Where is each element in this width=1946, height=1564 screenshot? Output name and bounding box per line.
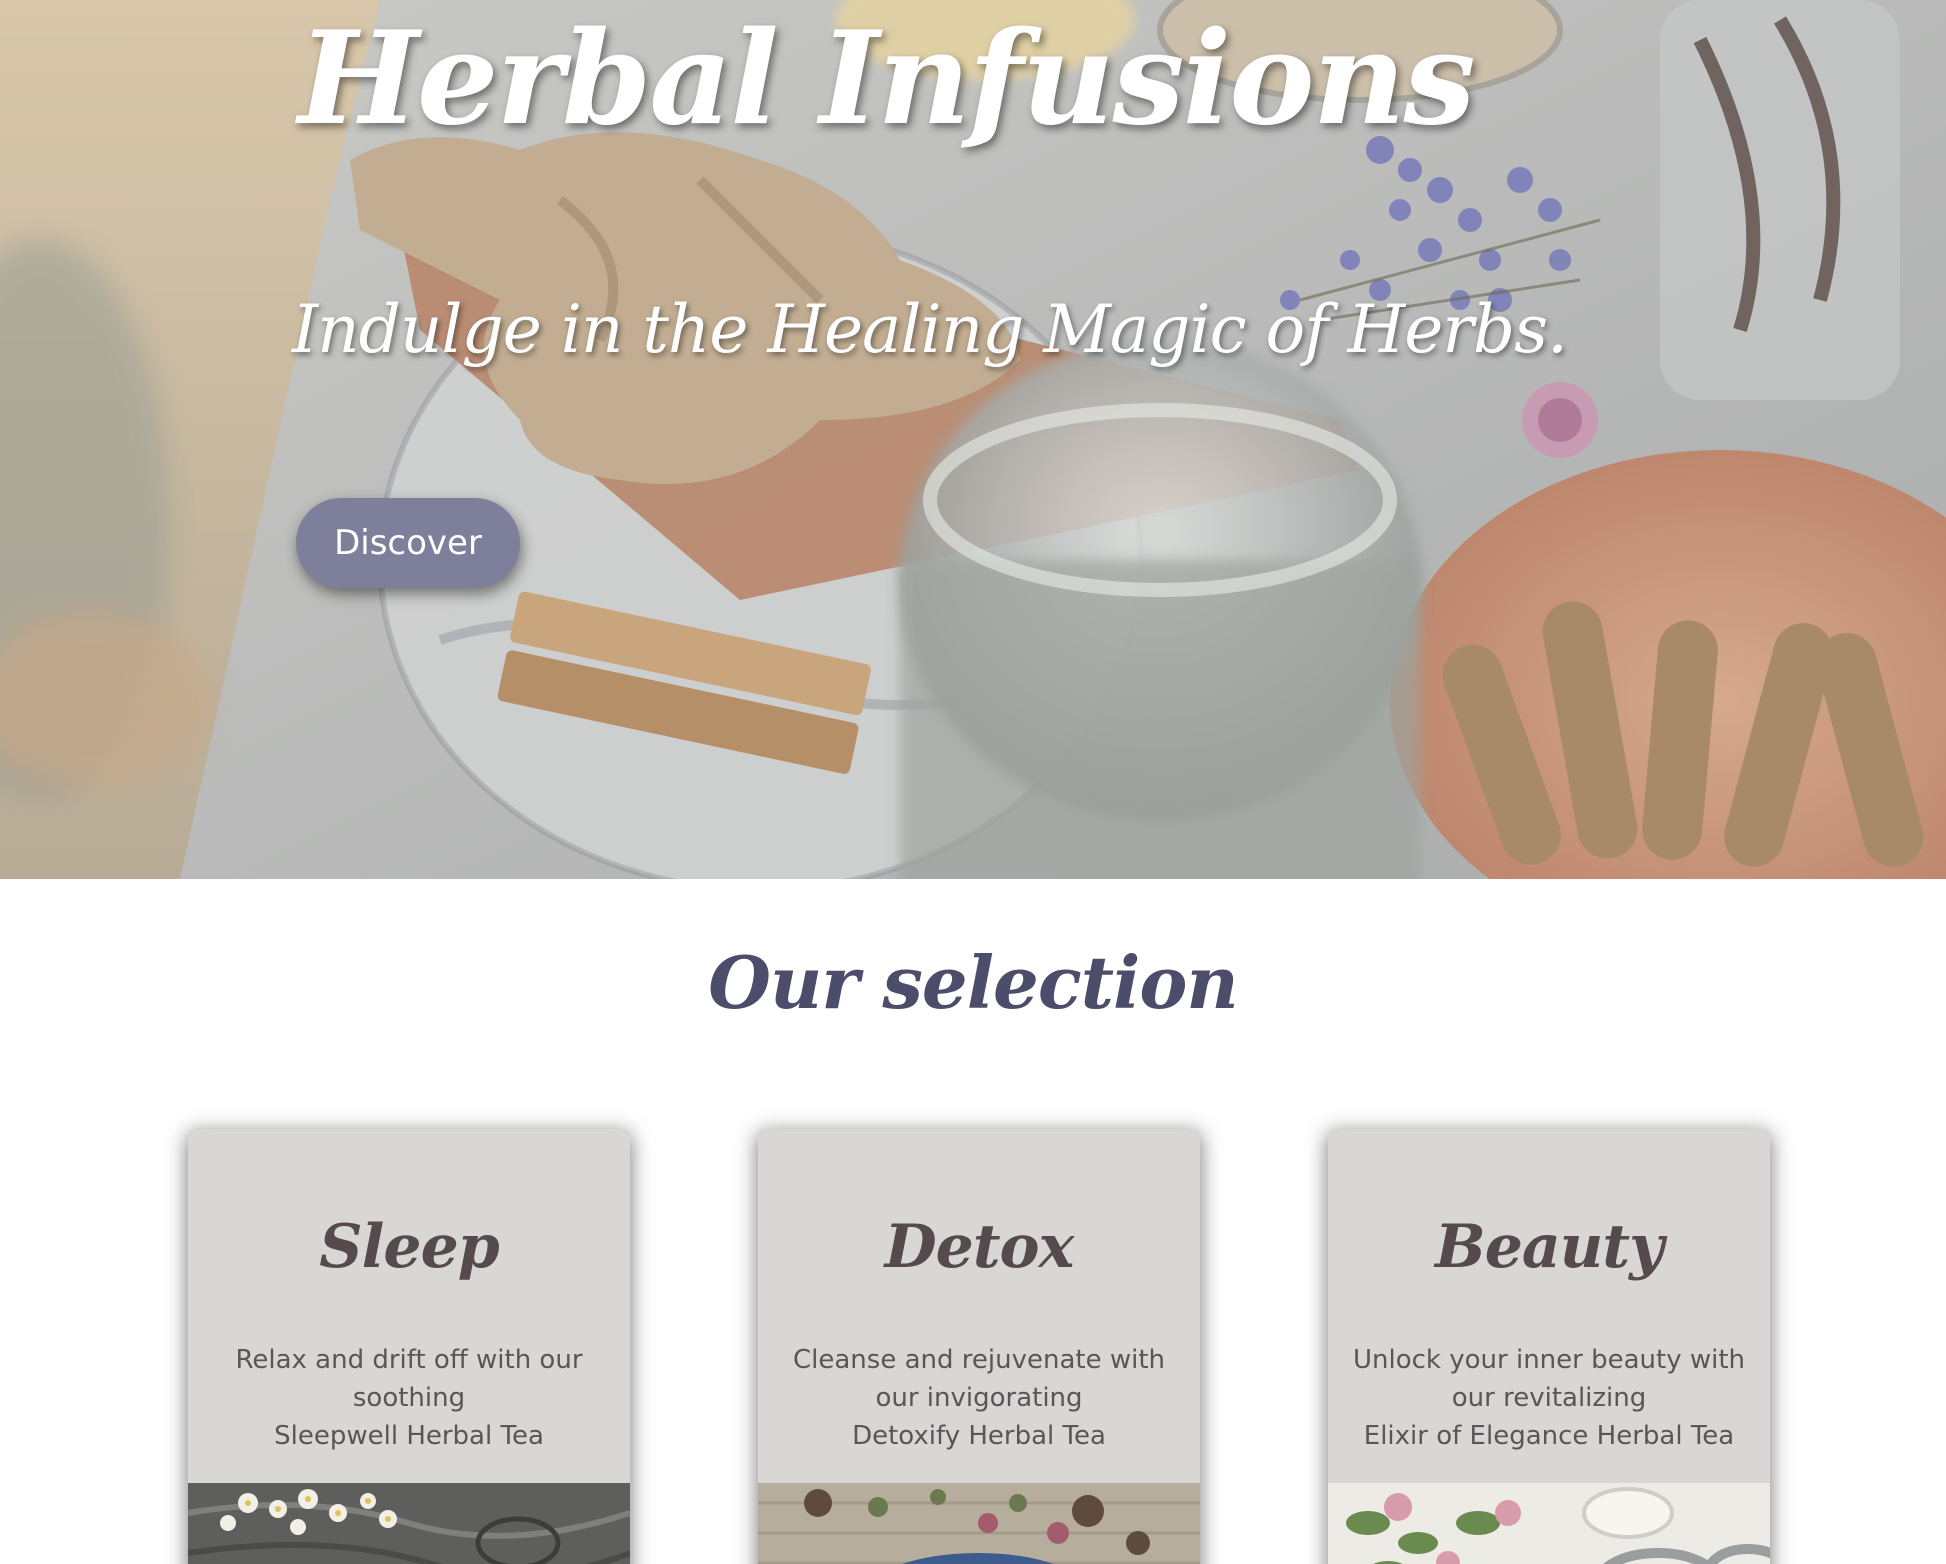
card-image-detox (758, 1483, 1200, 1564)
product-card-sleep[interactable]: Sleep Relax and drift off with our sooth… (188, 1129, 630, 1564)
card-description-line: Relax and drift off with our (235, 1345, 583, 1375)
hero-subtitle: Indulge in the Healing Magic of Herbs. (292, 291, 1568, 368)
card-description-line: Unlock your inner beauty with (1352, 1345, 1746, 1375)
card-title: Beauty (1435, 1212, 1664, 1282)
card-description-line: Sleepwell Herbal Tea (274, 1421, 544, 1451)
card-image-sleep (188, 1483, 630, 1564)
selection-title: Our selection (708, 940, 1238, 1025)
hero-title: Herbal Infusions (298, 4, 1476, 154)
card-description: Unlock your inner beauty with our revita… (1348, 1341, 1750, 1455)
discover-button[interactable]: Discover (296, 498, 520, 588)
card-description-line: our revitalizing (1451, 1383, 1647, 1413)
card-description-line: Detoxify Herbal Tea (852, 1421, 1106, 1451)
card-description: Relax and drift off with our soothing Sl… (208, 1341, 610, 1455)
card-title: Sleep (319, 1212, 499, 1282)
product-card-detox[interactable]: Detox Cleanse and rejuvenate with our in… (758, 1129, 1200, 1564)
selection-section: Our selection Sleep Relax and drift off … (0, 879, 1946, 1564)
product-card-beauty[interactable]: Beauty Unlock your inner beauty with our… (1328, 1129, 1770, 1564)
card-description-line: Elixir of Elegance Herbal Tea (1363, 1421, 1735, 1451)
card-title: Detox (884, 1212, 1075, 1282)
card-description-line: Cleanse and rejuvenate with (793, 1345, 1165, 1375)
card-description-line: our invigorating (875, 1383, 1083, 1413)
card-description: Cleanse and rejuvenate with our invigora… (778, 1341, 1180, 1455)
hero-section: Herbal Infusions Indulge in the Healing … (0, 0, 1946, 879)
card-image-beauty (1328, 1483, 1770, 1564)
card-description-line: soothing (352, 1383, 466, 1413)
